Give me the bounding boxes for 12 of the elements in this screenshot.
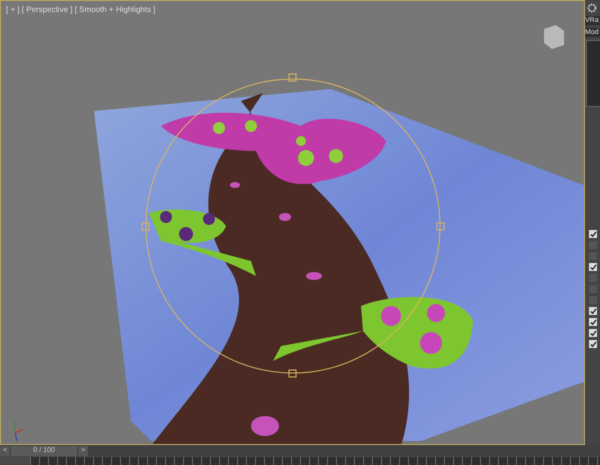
checkbox[interactable] [589,340,597,348]
modifier-list[interactable] [586,40,600,107]
axis-icon [14,420,24,442]
checkbox[interactable] [589,263,597,271]
checkbox[interactable] [589,307,597,315]
viewport[interactable]: [ + ] [ Perspective ] [ Smooth + Highlights ] [0,0,585,445]
rotate-gizmo[interactable] [142,74,444,378]
settings-icon[interactable] [587,3,597,13]
viewport-label[interactable]: [ + ] [ Perspective ] [ Smooth + Highlights ] [6,5,156,14]
checkbox[interactable] [589,318,597,326]
checkbox[interactable] [589,329,597,337]
checkbox[interactable] [589,230,597,238]
